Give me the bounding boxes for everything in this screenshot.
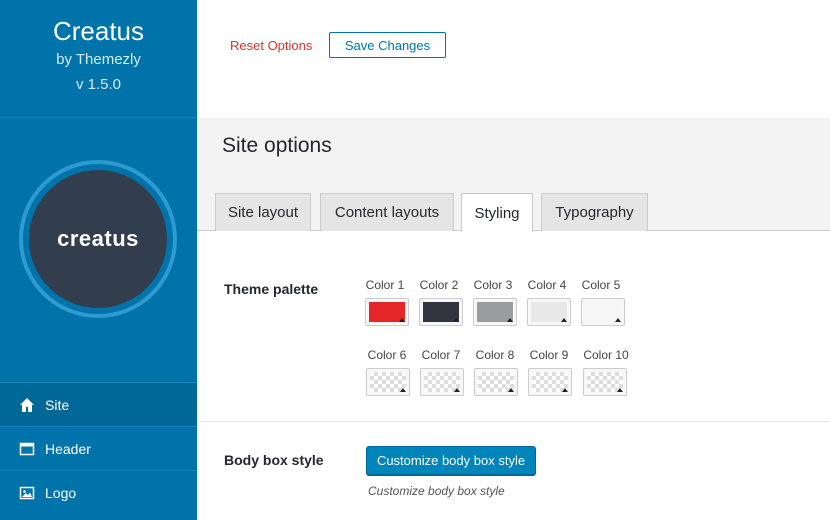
color-label: Color 9 (529, 348, 569, 362)
color-label: Color 2 (419, 278, 459, 292)
sidebar-item-label: Site (45, 396, 70, 413)
section-header: Site options Site layout Content layouts… (197, 118, 830, 232)
sidebar-item-header[interactable]: Header (0, 426, 197, 470)
body-box-hint: Customize body box style (368, 484, 505, 498)
caret-up-icon (561, 318, 567, 322)
app-title: Creatus (52, 16, 145, 46)
color-swatch-8[interactable] (474, 368, 518, 396)
section-divider (197, 421, 830, 422)
sidebar-item-label: Header (45, 440, 91, 457)
window-icon (19, 441, 35, 457)
caret-up-icon (617, 388, 623, 392)
color-label: Color 1 (365, 278, 405, 292)
color-label: Color 4 (527, 278, 567, 292)
reset-options-link[interactable]: Reset Options (230, 38, 312, 53)
tab-site-layout[interactable]: Site layout (215, 193, 311, 231)
color-swatch-7[interactable] (420, 368, 464, 396)
app-version: v 1.5.0 (75, 76, 122, 93)
image-icon (19, 485, 35, 501)
app-byline: by Themezly (56, 51, 141, 68)
color-label: Color 5 (581, 278, 621, 292)
color-label: Color 10 (583, 348, 629, 362)
main-content: Reset Options Save Changes Site options … (197, 0, 830, 520)
color-swatch-3[interactable] (473, 298, 517, 326)
caret-up-icon (399, 318, 405, 322)
logo-text: creatus (57, 226, 139, 251)
body-box-style-label: Body box style (224, 452, 324, 468)
caret-up-icon (400, 388, 406, 392)
sidebar-item-label: Logo (45, 484, 77, 501)
caret-up-icon (508, 388, 514, 392)
caret-up-icon (507, 318, 513, 322)
color-swatch-10[interactable] (583, 368, 627, 396)
tab-content-layouts[interactable]: Content layouts (320, 193, 454, 231)
color-label: Color 3 (473, 278, 513, 292)
home-icon (19, 397, 35, 413)
customize-body-box-button[interactable]: Customize body box style (366, 446, 536, 475)
sidebar: Creatus by Themezly v 1.5.0 creatus Site… (0, 0, 197, 520)
color-label: Color 6 (367, 348, 407, 362)
logo-circle: creatus (29, 170, 167, 308)
color-swatch-6[interactable] (366, 368, 410, 396)
brand-header: Creatus by Themezly v 1.5.0 (0, 0, 197, 118)
caret-up-icon (454, 388, 460, 392)
color-label: Color 8 (475, 348, 515, 362)
color-swatch-2[interactable] (419, 298, 463, 326)
theme-palette-label: Theme palette (224, 281, 319, 297)
caret-up-icon (562, 388, 568, 392)
caret-up-icon (453, 318, 459, 322)
caret-up-icon (615, 318, 621, 322)
sidebar-item-logo[interactable]: Logo (0, 470, 197, 514)
color-swatch-5[interactable] (581, 298, 625, 326)
save-changes-button[interactable]: Save Changes (329, 32, 446, 58)
page-title: Site options (222, 134, 332, 157)
theme-logo: creatus (19, 160, 177, 318)
color-swatch-9[interactable] (528, 368, 572, 396)
color-swatch-1[interactable] (365, 298, 409, 326)
sidebar-nav: Site Header Logo (0, 382, 197, 514)
color-label: Color 7 (421, 348, 461, 362)
options-toolbar: Reset Options Save Changes (197, 0, 830, 118)
sidebar-item-site[interactable]: Site (0, 382, 197, 426)
tab-typography[interactable]: Typography (541, 193, 648, 231)
tab-styling[interactable]: Styling (461, 193, 533, 232)
color-swatch-4[interactable] (527, 298, 571, 326)
